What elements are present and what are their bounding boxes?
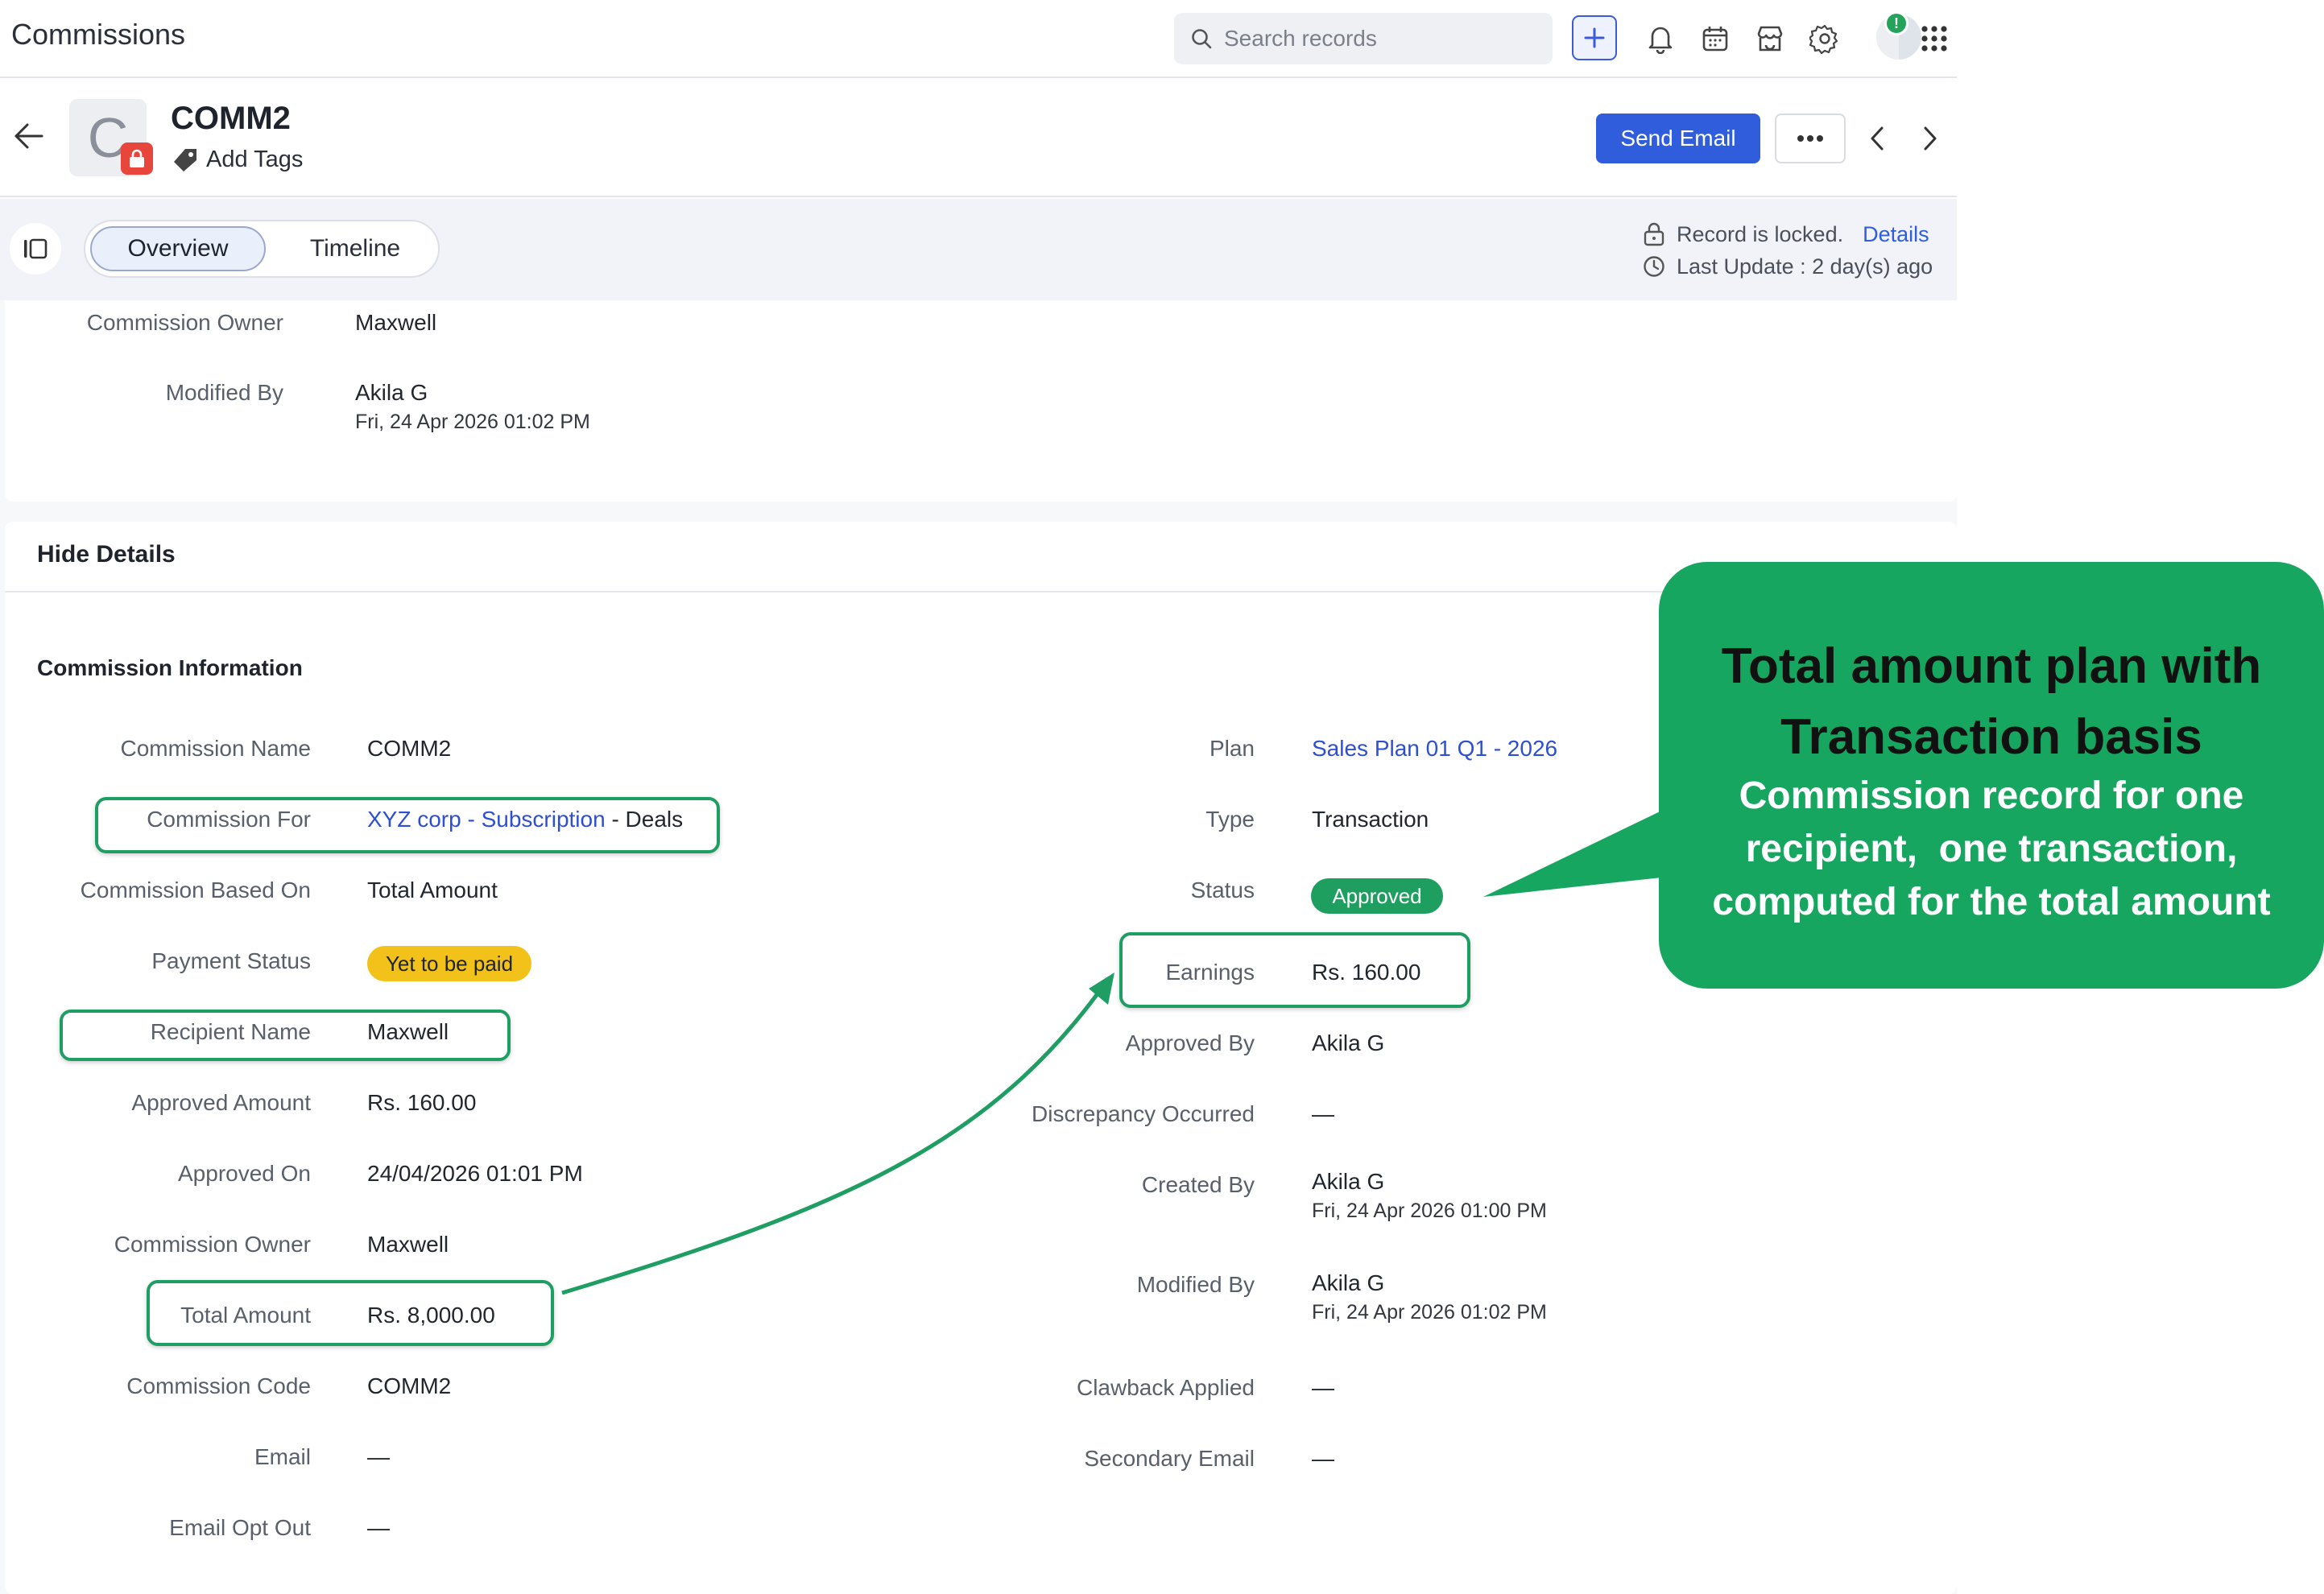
- annotation-callout: Total amount plan with Transaction basis…: [1483, 562, 2324, 989]
- callout-sub-line-2: recipient, one transaction,: [1745, 828, 2238, 870]
- callout-subtitle: Commission record for one recipient, one…: [1659, 770, 2324, 929]
- callout-pointer: [1483, 803, 1677, 897]
- callout-title-line-2: Transaction basis: [1780, 709, 2202, 765]
- callout-sub-line-3: computed for the total amount: [1712, 881, 2271, 923]
- callout-title-line-1: Total amount plan with: [1721, 638, 2262, 694]
- callout-sub-line-1: Commission record for one: [1739, 774, 2244, 817]
- callout-title: Total amount plan with Transaction basis: [1659, 631, 2324, 773]
